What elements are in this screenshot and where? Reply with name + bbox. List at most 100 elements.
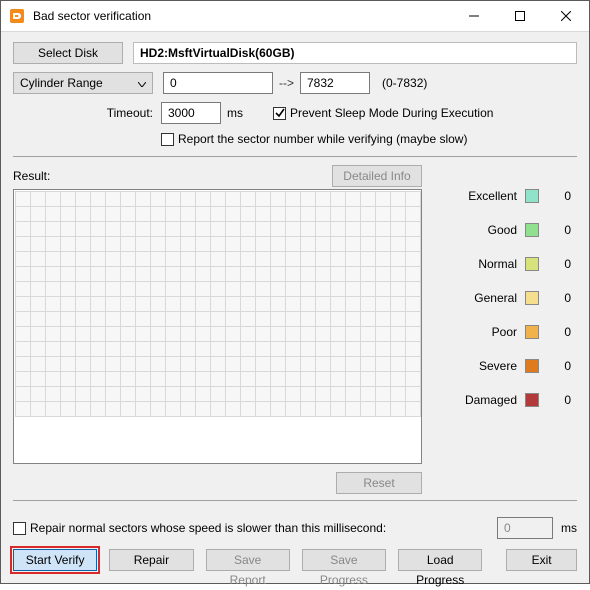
sector-cell	[300, 371, 316, 387]
sector-cell	[300, 401, 316, 417]
sector-cell	[225, 371, 241, 387]
sector-cell	[375, 266, 391, 282]
sector-cell	[210, 251, 226, 267]
sector-cell	[285, 296, 301, 312]
sector-cell	[375, 191, 391, 207]
sector-cell	[30, 341, 46, 357]
sector-cell	[195, 311, 211, 327]
maximize-button[interactable]	[497, 1, 543, 31]
sector-cell	[135, 401, 151, 417]
sector-cell	[120, 251, 136, 267]
sector-cell	[345, 401, 361, 417]
sector-cell	[60, 371, 76, 387]
sector-cell	[45, 371, 61, 387]
sector-cell	[210, 371, 226, 387]
timeout-input[interactable]	[161, 102, 221, 124]
sector-cell	[300, 206, 316, 222]
sector-cell	[15, 401, 31, 417]
sector-cell	[210, 401, 226, 417]
sector-cell	[270, 296, 286, 312]
legend-count: 0	[549, 325, 571, 339]
legend-item: Poor0	[432, 315, 571, 349]
close-icon	[561, 11, 571, 21]
range-end-input[interactable]	[300, 72, 370, 94]
sector-cell	[405, 296, 421, 312]
sector-cell	[210, 356, 226, 372]
sector-cell	[180, 371, 196, 387]
close-button[interactable]	[543, 1, 589, 31]
sector-cell	[270, 206, 286, 222]
sector-cell	[240, 311, 256, 327]
sector-cell	[105, 371, 121, 387]
legend-label: General	[474, 291, 517, 305]
start-verify-button[interactable]: Start Verify	[13, 549, 97, 571]
sector-cell	[195, 356, 211, 372]
range-start-input[interactable]	[163, 72, 273, 94]
sector-cell	[300, 221, 316, 237]
sector-cell	[30, 266, 46, 282]
sector-cell	[90, 356, 106, 372]
sector-cell	[270, 236, 286, 252]
sector-cell	[90, 371, 106, 387]
sector-cell	[315, 371, 331, 387]
sector-cell	[360, 371, 376, 387]
sector-cell	[45, 401, 61, 417]
sector-cell	[75, 221, 91, 237]
sector-cell	[45, 281, 61, 297]
sector-cell	[90, 296, 106, 312]
sector-cell	[60, 221, 76, 237]
prevent-sleep-label: Prevent Sleep Mode During Execution	[290, 106, 493, 120]
sector-cell	[15, 296, 31, 312]
sector-cell	[285, 281, 301, 297]
prevent-sleep-checkbox[interactable]: Prevent Sleep Mode During Execution	[273, 106, 493, 120]
detailed-info-button[interactable]: Detailed Info	[332, 165, 422, 187]
sector-cell	[315, 356, 331, 372]
sector-cell	[210, 206, 226, 222]
report-sector-checkbox[interactable]: Report the sector number while verifying…	[161, 132, 467, 146]
sector-cell	[120, 356, 136, 372]
sector-cell	[240, 236, 256, 252]
sector-cell	[390, 356, 406, 372]
range-mode-label: Cylinder Range	[20, 76, 103, 90]
sector-cell	[225, 296, 241, 312]
save-progress-button[interactable]: Save Progress	[302, 549, 386, 571]
sector-cell	[255, 206, 271, 222]
sector-cell	[390, 221, 406, 237]
sector-cell	[180, 311, 196, 327]
sector-cell	[75, 236, 91, 252]
save-report-button[interactable]: Save Report	[206, 549, 290, 571]
sector-cell	[375, 311, 391, 327]
sector-cell	[75, 386, 91, 402]
sector-cell	[135, 311, 151, 327]
load-progress-button[interactable]: Load Progress	[398, 549, 482, 571]
sector-cell	[210, 221, 226, 237]
sector-cell	[330, 266, 346, 282]
sector-cell	[375, 326, 391, 342]
sector-cell	[330, 386, 346, 402]
sector-cell	[330, 326, 346, 342]
sector-cell	[300, 281, 316, 297]
range-mode-combo[interactable]: Cylinder Range	[13, 72, 153, 94]
sector-cell	[330, 206, 346, 222]
sector-cell	[30, 206, 46, 222]
sector-cell	[360, 386, 376, 402]
sector-cell	[390, 341, 406, 357]
reset-button[interactable]: Reset	[336, 472, 422, 494]
sector-cell	[315, 251, 331, 267]
sector-cell	[390, 296, 406, 312]
sector-cell	[120, 371, 136, 387]
repair-slow-checkbox[interactable]: Repair normal sectors whose speed is slo…	[13, 521, 386, 535]
sector-cell	[30, 386, 46, 402]
sector-cell	[330, 296, 346, 312]
sector-cell	[30, 326, 46, 342]
select-disk-button[interactable]: Select Disk	[13, 42, 123, 64]
exit-button[interactable]: Exit	[506, 549, 577, 571]
repair-button[interactable]: Repair	[109, 549, 193, 571]
sector-cell	[360, 251, 376, 267]
sector-cell	[180, 356, 196, 372]
sector-cell	[210, 266, 226, 282]
sector-cell	[90, 266, 106, 282]
sector-cell	[315, 236, 331, 252]
minimize-button[interactable]	[451, 1, 497, 31]
sector-cell	[225, 281, 241, 297]
